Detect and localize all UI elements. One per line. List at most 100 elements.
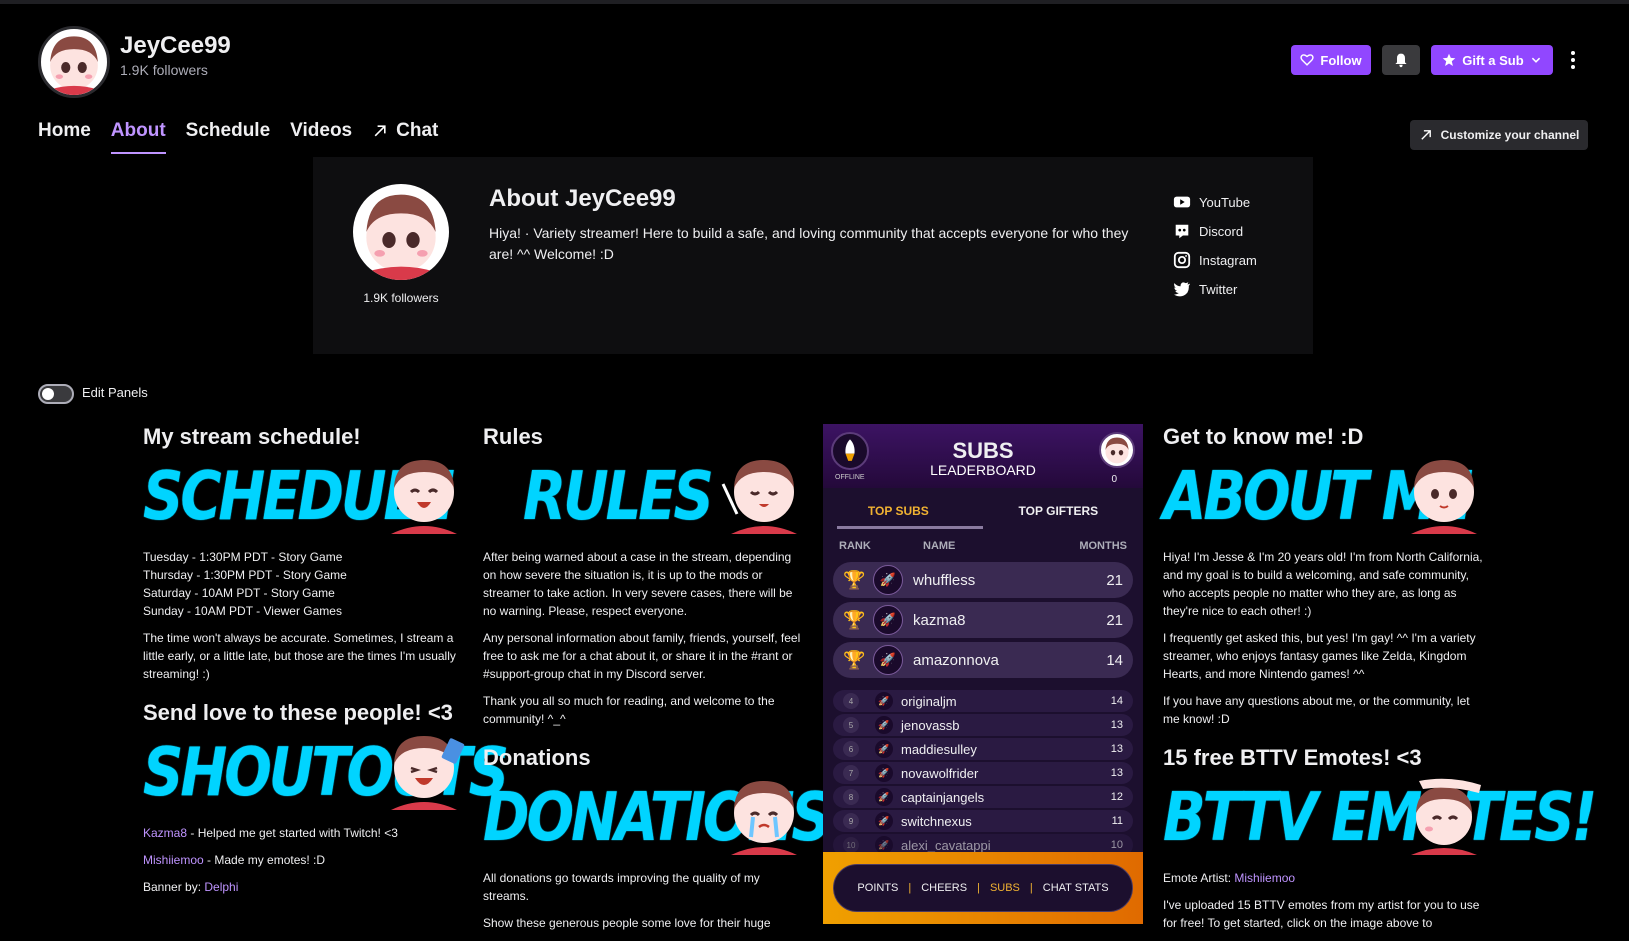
- panel-image-shoutouts[interactable]: SHOUTOUTS: [143, 730, 509, 812]
- shoutout-item: Banner by: Delphi: [143, 878, 465, 896]
- rank-number: 7: [843, 765, 859, 781]
- tab-indicator: [837, 526, 983, 529]
- channel-avatar[interactable]: [38, 26, 110, 98]
- edit-panels-label: Edit Panels: [82, 385, 148, 400]
- leaderboard-row: 9 🚀 switchnexus 11: [833, 810, 1133, 832]
- panel-image-rules[interactable]: RULES: [483, 454, 805, 536]
- chibi-icon: [391, 460, 457, 534]
- subscriber-months: 14: [1106, 651, 1123, 669]
- rank-number: 8: [843, 789, 859, 805]
- trophy-gold-icon: 🏆: [843, 569, 866, 590]
- social-instagram[interactable]: Instagram: [1173, 251, 1257, 269]
- subscriber-name: amazonnova: [913, 651, 999, 669]
- nav-cheers[interactable]: CHEERS: [921, 882, 967, 894]
- social-youtube[interactable]: YouTube: [1173, 193, 1257, 211]
- nav-separator: |: [908, 882, 912, 894]
- panel-about-me: Get to know me! :D ABOUT ME Hiya! I'm Je…: [1163, 424, 1485, 737]
- notifications-button[interactable]: [1382, 45, 1420, 75]
- shoutout-link[interactable]: Delphi: [204, 880, 238, 894]
- bell-icon: [1395, 53, 1407, 68]
- instagram-icon: [1173, 251, 1191, 269]
- about-followers: 1.9K followers: [363, 291, 439, 305]
- nav-schedule[interactable]: Schedule: [186, 120, 270, 154]
- shoutout-link[interactable]: Kazma8: [143, 826, 187, 840]
- customize-label: Customize your channel: [1440, 128, 1580, 142]
- tab-top-subs[interactable]: TOP SUBS: [868, 504, 929, 528]
- channel-followers: 1.9K followers: [120, 62, 208, 78]
- chibi-icon: [731, 781, 797, 855]
- gift-sub-label: Gift a Sub: [1462, 52, 1524, 68]
- panel-bttv: 15 free BTTV Emotes! <3 BTTV EMOTES! Emo…: [1163, 745, 1597, 941]
- edit-panels-toggle[interactable]: [38, 384, 74, 404]
- tab-top-gifters[interactable]: TOP GIFTERS: [1019, 504, 1099, 528]
- gift-sub-button[interactable]: Gift a Sub: [1431, 45, 1553, 75]
- rocket-badge-icon: 🚀: [875, 764, 893, 782]
- subscriber-name: switchnexus: [901, 813, 972, 829]
- schedule-line: Saturday - 10AM PDT - Story Game: [143, 586, 335, 600]
- follow-label: Follow: [1320, 52, 1362, 68]
- nav-videos[interactable]: Videos: [290, 120, 352, 154]
- youtube-icon: [1173, 196, 1191, 208]
- channel-name[interactable]: JeyCee99: [120, 32, 231, 60]
- subscriber-months: 13: [1110, 767, 1123, 779]
- about-title: About JeyCee99: [489, 185, 676, 212]
- col-months: MONTHS: [1079, 540, 1127, 552]
- panel-image-about-me[interactable]: ABOUT ME: [1163, 454, 1485, 536]
- panel-image-text: BTTV EMOTES!: [1163, 779, 1597, 857]
- rank-number: 6: [843, 741, 859, 757]
- rank-number: 4: [843, 693, 859, 709]
- leaderboard-tabs: TOP SUBS TOP GIFTERS: [823, 488, 1143, 528]
- social-twitter[interactable]: Twitter: [1173, 280, 1257, 298]
- panel-donations: Donations DONATIONS All donations go tow…: [483, 745, 832, 941]
- nav-about[interactable]: About: [110, 120, 166, 154]
- col-rank: RANK: [839, 540, 871, 552]
- chevron-down-icon: [1531, 57, 1540, 63]
- panel-image-schedule[interactable]: SCHEDULE: [143, 454, 465, 536]
- nav-chat[interactable]: Chat: [372, 120, 438, 154]
- follow-button[interactable]: Follow: [1291, 45, 1371, 75]
- panel-title: Rules: [483, 424, 543, 449]
- shoutout-item: Mishiiemoo - Made my emotes! :D: [143, 851, 465, 869]
- social-links: YouTube Discord Instagram Twitter: [1173, 193, 1257, 298]
- social-label: YouTube: [1199, 194, 1251, 210]
- col-name: NAME: [923, 540, 956, 552]
- leaderboard-title: SUBS: [952, 438, 1014, 463]
- panel-schedule: My stream schedule! SCHEDULE Tuesday - 1…: [143, 424, 465, 692]
- panel-title: 15 free BTTV Emotes! <3: [1163, 745, 1422, 770]
- subscriber-months: 14: [1110, 695, 1123, 707]
- nav-chat-label: Chat: [396, 120, 439, 141]
- subscriber-name: originaljm: [901, 693, 957, 709]
- leaderboard-row: 🏆 🚀 whuffless 21: [833, 562, 1133, 598]
- shoutout-link[interactable]: Mishiiemoo: [143, 853, 204, 867]
- schedule-line: Tuesday - 1:30PM PDT - Story Game: [143, 550, 343, 564]
- leaderboard-header: OFFLINE SUBS LEADERBOARD 0: [823, 424, 1143, 488]
- nav-chat-stats[interactable]: CHAT STATS: [1043, 882, 1109, 894]
- rocket-badge-icon: 🚀: [875, 812, 893, 830]
- about-description: Hiya! · Variety streamer! Here to build …: [489, 225, 1129, 262]
- avatar: [1099, 432, 1135, 468]
- heart-icon: [1300, 54, 1315, 66]
- nav-home[interactable]: Home: [38, 120, 91, 154]
- about-card: 1.9K followers About JeyCee99 Hiya! · Va…: [313, 157, 1313, 354]
- social-label: Twitter: [1199, 281, 1238, 297]
- popout-arrow-icon: [1420, 130, 1431, 140]
- panel-image-donations[interactable]: DONATIONS: [483, 775, 832, 857]
- subscriber-name: jenovassb: [901, 717, 960, 733]
- subscriber-months: 21: [1106, 571, 1123, 589]
- nav-points[interactable]: POINTS: [857, 882, 898, 894]
- schedule-note: The time won't always be accurate. Somet…: [143, 631, 456, 681]
- leaderboard-row: 7 🚀 novawolfrider 13: [833, 762, 1133, 784]
- donations-paragraph: All donations go towards improving the q…: [483, 871, 760, 903]
- bttv-artist-link[interactable]: Mishiiemoo: [1234, 871, 1295, 885]
- chibi-icon: [1411, 460, 1477, 534]
- chibi-icon: [1411, 778, 1481, 855]
- panel-image-bttv[interactable]: BTTV EMOTES!: [1163, 775, 1597, 857]
- nav-subs[interactable]: SUBS: [990, 882, 1020, 894]
- more-options-button[interactable]: [1562, 45, 1584, 75]
- leaderboard-count: 0: [1111, 474, 1117, 485]
- customize-channel-button[interactable]: Customize your channel: [1410, 120, 1588, 150]
- leaderboard-nav: POINTS | CHEERS | SUBS | CHAT STATS: [833, 864, 1133, 912]
- subscriber-name: novawolfrider: [901, 765, 979, 781]
- social-discord[interactable]: Discord: [1173, 222, 1257, 240]
- leaderboard-body: TOP SUBS TOP GIFTERS RANK NAME MONTHS 🏆 …: [823, 488, 1143, 924]
